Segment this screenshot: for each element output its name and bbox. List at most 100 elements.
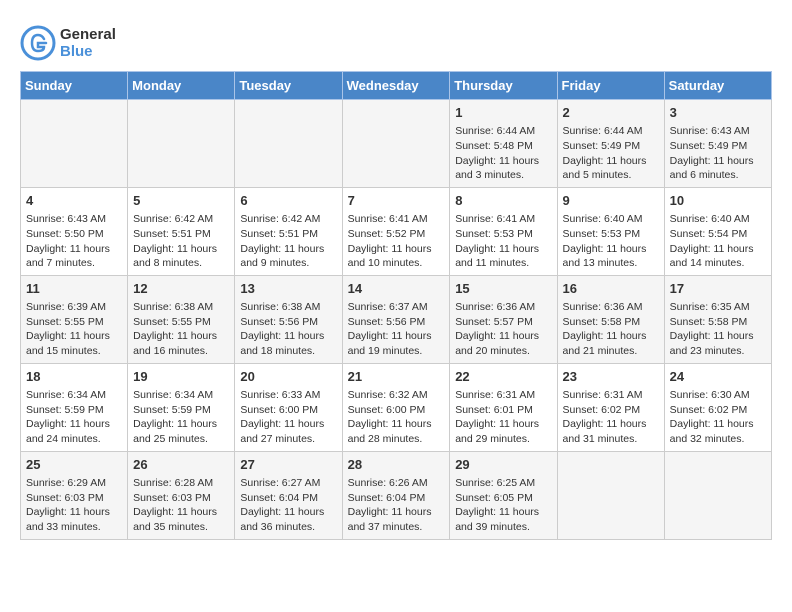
day-number: 21 bbox=[348, 368, 445, 386]
day-number: 23 bbox=[563, 368, 659, 386]
col-header-sunday: Sunday bbox=[21, 72, 128, 100]
calendar-cell: 16 Sunrise: 6:36 AMSunset: 5:58 PMDayligh… bbox=[557, 275, 664, 363]
day-info: Sunrise: 6:44 AMSunset: 5:49 PMDaylight:… bbox=[563, 124, 659, 183]
col-header-saturday: Saturday bbox=[664, 72, 771, 100]
calendar-cell: 19 Sunrise: 6:34 AMSunset: 5:59 PMDayligh… bbox=[128, 363, 235, 451]
day-info: Sunrise: 6:27 AMSunset: 6:04 PMDaylight:… bbox=[240, 476, 336, 535]
day-info: Sunrise: 6:43 AMSunset: 5:49 PMDaylight:… bbox=[670, 124, 766, 183]
day-info: Sunrise: 6:38 AMSunset: 5:56 PMDaylight:… bbox=[240, 300, 336, 359]
day-number: 16 bbox=[563, 280, 659, 298]
day-number: 6 bbox=[240, 192, 336, 210]
day-number: 5 bbox=[133, 192, 229, 210]
day-number: 26 bbox=[133, 456, 229, 474]
day-number: 18 bbox=[26, 368, 122, 386]
day-info: Sunrise: 6:36 AMSunset: 5:57 PMDaylight:… bbox=[455, 300, 551, 359]
calendar-cell: 5 Sunrise: 6:42 AMSunset: 5:51 PMDaylight… bbox=[128, 187, 235, 275]
col-header-monday: Monday bbox=[128, 72, 235, 100]
col-header-thursday: Thursday bbox=[450, 72, 557, 100]
day-info: Sunrise: 6:38 AMSunset: 5:55 PMDaylight:… bbox=[133, 300, 229, 359]
day-info: Sunrise: 6:36 AMSunset: 5:58 PMDaylight:… bbox=[563, 300, 659, 359]
logo-general: General bbox=[60, 26, 116, 43]
day-number: 15 bbox=[455, 280, 551, 298]
logo-svg bbox=[20, 25, 56, 61]
calendar-cell: 1 Sunrise: 6:44 AMSunset: 5:48 PMDaylight… bbox=[450, 100, 557, 188]
calendar-cell bbox=[342, 100, 450, 188]
day-info: Sunrise: 6:29 AMSunset: 6:03 PMDaylight:… bbox=[26, 476, 122, 535]
calendar-cell: 4 Sunrise: 6:43 AMSunset: 5:50 PMDaylight… bbox=[21, 187, 128, 275]
calendar-cell bbox=[21, 100, 128, 188]
day-number: 13 bbox=[240, 280, 336, 298]
day-info: Sunrise: 6:37 AMSunset: 5:56 PMDaylight:… bbox=[348, 300, 445, 359]
calendar-cell: 11 Sunrise: 6:39 AMSunset: 5:55 PMDayligh… bbox=[21, 275, 128, 363]
calendar-cell bbox=[664, 451, 771, 539]
day-number: 8 bbox=[455, 192, 551, 210]
calendar-cell: 7 Sunrise: 6:41 AMSunset: 5:52 PMDaylight… bbox=[342, 187, 450, 275]
calendar-cell: 9 Sunrise: 6:40 AMSunset: 5:53 PMDaylight… bbox=[557, 187, 664, 275]
calendar-cell: 26 Sunrise: 6:28 AMSunset: 6:03 PMDayligh… bbox=[128, 451, 235, 539]
day-number: 14 bbox=[348, 280, 445, 298]
day-info: Sunrise: 6:34 AMSunset: 5:59 PMDaylight:… bbox=[26, 388, 122, 447]
calendar-cell: 17 Sunrise: 6:35 AMSunset: 5:58 PMDayligh… bbox=[664, 275, 771, 363]
day-number: 27 bbox=[240, 456, 336, 474]
calendar-cell: 15 Sunrise: 6:36 AMSunset: 5:57 PMDayligh… bbox=[450, 275, 557, 363]
day-info: Sunrise: 6:25 AMSunset: 6:05 PMDaylight:… bbox=[455, 476, 551, 535]
day-number: 9 bbox=[563, 192, 659, 210]
day-number: 12 bbox=[133, 280, 229, 298]
day-info: Sunrise: 6:40 AMSunset: 5:54 PMDaylight:… bbox=[670, 212, 766, 271]
day-number: 4 bbox=[26, 192, 122, 210]
day-info: Sunrise: 6:41 AMSunset: 5:53 PMDaylight:… bbox=[455, 212, 551, 271]
calendar-cell: 23 Sunrise: 6:31 AMSunset: 6:02 PMDayligh… bbox=[557, 363, 664, 451]
day-info: Sunrise: 6:42 AMSunset: 5:51 PMDaylight:… bbox=[133, 212, 229, 271]
calendar-table: SundayMondayTuesdayWednesdayThursdayFrid… bbox=[20, 71, 772, 540]
day-info: Sunrise: 6:31 AMSunset: 6:02 PMDaylight:… bbox=[563, 388, 659, 447]
day-info: Sunrise: 6:41 AMSunset: 5:52 PMDaylight:… bbox=[348, 212, 445, 271]
day-info: Sunrise: 6:44 AMSunset: 5:48 PMDaylight:… bbox=[455, 124, 551, 183]
day-info: Sunrise: 6:42 AMSunset: 5:51 PMDaylight:… bbox=[240, 212, 336, 271]
day-info: Sunrise: 6:33 AMSunset: 6:00 PMDaylight:… bbox=[240, 388, 336, 447]
calendar-cell: 21 Sunrise: 6:32 AMSunset: 6:00 PMDayligh… bbox=[342, 363, 450, 451]
col-header-friday: Friday bbox=[557, 72, 664, 100]
calendar-cell: 2 Sunrise: 6:44 AMSunset: 5:49 PMDaylight… bbox=[557, 100, 664, 188]
day-number: 11 bbox=[26, 280, 122, 298]
logo: GeneralBlue bbox=[20, 25, 116, 61]
day-info: Sunrise: 6:30 AMSunset: 6:02 PMDaylight:… bbox=[670, 388, 766, 447]
day-number: 2 bbox=[563, 104, 659, 122]
day-number: 10 bbox=[670, 192, 766, 210]
calendar-cell: 12 Sunrise: 6:38 AMSunset: 5:55 PMDayligh… bbox=[128, 275, 235, 363]
day-number: 29 bbox=[455, 456, 551, 474]
calendar-cell: 25 Sunrise: 6:29 AMSunset: 6:03 PMDayligh… bbox=[21, 451, 128, 539]
day-info: Sunrise: 6:34 AMSunset: 5:59 PMDaylight:… bbox=[133, 388, 229, 447]
day-number: 1 bbox=[455, 104, 551, 122]
calendar-cell: 22 Sunrise: 6:31 AMSunset: 6:01 PMDayligh… bbox=[450, 363, 557, 451]
day-number: 3 bbox=[670, 104, 766, 122]
calendar-cell: 13 Sunrise: 6:38 AMSunset: 5:56 PMDayligh… bbox=[235, 275, 342, 363]
day-info: Sunrise: 6:39 AMSunset: 5:55 PMDaylight:… bbox=[26, 300, 122, 359]
col-header-tuesday: Tuesday bbox=[235, 72, 342, 100]
day-info: Sunrise: 6:43 AMSunset: 5:50 PMDaylight:… bbox=[26, 212, 122, 271]
col-header-wednesday: Wednesday bbox=[342, 72, 450, 100]
day-info: Sunrise: 6:28 AMSunset: 6:03 PMDaylight:… bbox=[133, 476, 229, 535]
day-number: 20 bbox=[240, 368, 336, 386]
calendar-cell bbox=[128, 100, 235, 188]
calendar-cell bbox=[557, 451, 664, 539]
day-number: 25 bbox=[26, 456, 122, 474]
calendar-cell: 10 Sunrise: 6:40 AMSunset: 5:54 PMDayligh… bbox=[664, 187, 771, 275]
day-number: 7 bbox=[348, 192, 445, 210]
day-number: 22 bbox=[455, 368, 551, 386]
page-header: GeneralBlue bbox=[20, 20, 772, 61]
day-number: 28 bbox=[348, 456, 445, 474]
calendar-cell: 20 Sunrise: 6:33 AMSunset: 6:00 PMDayligh… bbox=[235, 363, 342, 451]
day-info: Sunrise: 6:31 AMSunset: 6:01 PMDaylight:… bbox=[455, 388, 551, 447]
logo-blue: Blue bbox=[60, 43, 116, 60]
calendar-cell: 3 Sunrise: 6:43 AMSunset: 5:49 PMDaylight… bbox=[664, 100, 771, 188]
calendar-cell: 18 Sunrise: 6:34 AMSunset: 5:59 PMDayligh… bbox=[21, 363, 128, 451]
calendar-cell: 24 Sunrise: 6:30 AMSunset: 6:02 PMDayligh… bbox=[664, 363, 771, 451]
day-info: Sunrise: 6:35 AMSunset: 5:58 PMDaylight:… bbox=[670, 300, 766, 359]
day-info: Sunrise: 6:32 AMSunset: 6:00 PMDaylight:… bbox=[348, 388, 445, 447]
day-number: 17 bbox=[670, 280, 766, 298]
day-info: Sunrise: 6:26 AMSunset: 6:04 PMDaylight:… bbox=[348, 476, 445, 535]
day-number: 24 bbox=[670, 368, 766, 386]
day-info: Sunrise: 6:40 AMSunset: 5:53 PMDaylight:… bbox=[563, 212, 659, 271]
day-number: 19 bbox=[133, 368, 229, 386]
calendar-cell: 8 Sunrise: 6:41 AMSunset: 5:53 PMDaylight… bbox=[450, 187, 557, 275]
